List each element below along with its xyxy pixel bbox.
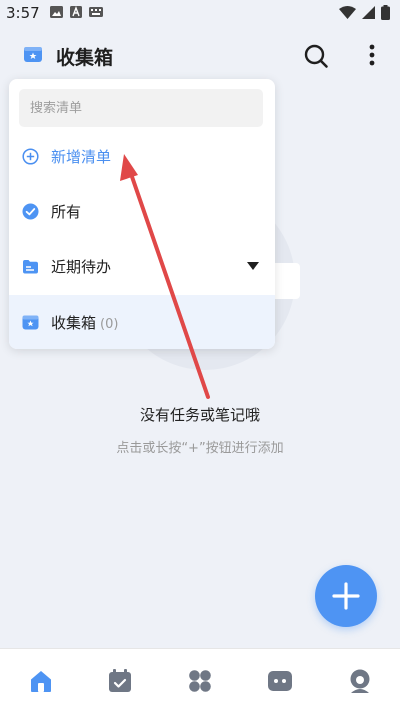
image-icon [50, 6, 63, 18]
robot-icon[interactable] [266, 667, 294, 695]
menu-item-label-text: 收集箱 [51, 314, 97, 332]
menu-item-label: 所有 [51, 203, 82, 221]
signal-icon [362, 6, 375, 19]
inbox-icon [22, 315, 39, 330]
page-title[interactable]: 收集箱 [56, 43, 113, 70]
status-notification-icons [50, 6, 103, 18]
menu-item-count: (0) [100, 317, 119, 332]
menu-item-label: 新增清单 [51, 148, 112, 166]
menu-item-label: 收集箱 (0) [51, 312, 118, 333]
plus-icon [332, 582, 360, 610]
wifi-icon [339, 6, 356, 19]
battery-icon [381, 5, 390, 20]
menu-item-inbox[interactable]: 收集箱 (0) [9, 295, 275, 349]
home-icon[interactable] [27, 667, 55, 695]
empty-state-title: 没有任务或笔记哦 [139, 406, 260, 424]
bottom-navigation [0, 648, 400, 712]
status-system-icons [339, 5, 390, 20]
profile-icon[interactable] [346, 667, 374, 695]
check-circle-icon [22, 203, 39, 220]
menu-item-recent[interactable]: 近期待办 [9, 239, 275, 295]
empty-state-subtitle: 点击或长按“+”按钮进行添加 [116, 441, 284, 456]
recent-folder-icon [23, 260, 38, 274]
menu-item-label: 近期待办 [51, 258, 112, 276]
keyboard-icon [89, 7, 103, 17]
caret-down-icon[interactable] [247, 261, 259, 271]
inbox-icon [24, 47, 42, 62]
list-dropdown-menu: 新增清单 所有 近期待办 收集箱(0) [9, 79, 275, 349]
status-time: 3:57 [6, 4, 40, 22]
search-list-input[interactable] [19, 89, 263, 127]
add-task-fab[interactable] [315, 565, 377, 627]
menu-item-add-list[interactable]: 新增清单 [9, 129, 275, 185]
add-circle-icon [22, 148, 39, 165]
calendar-icon[interactable] [106, 667, 134, 695]
more-vertical-icon[interactable] [360, 42, 384, 70]
a-letter-icon [70, 6, 82, 18]
status-bar: 3:57 [0, 0, 400, 26]
menu-item-all[interactable]: 所有 [9, 184, 275, 240]
header-bar: 收集箱 [0, 30, 400, 80]
apps-icon[interactable] [186, 667, 214, 695]
search-icon[interactable] [302, 42, 330, 70]
